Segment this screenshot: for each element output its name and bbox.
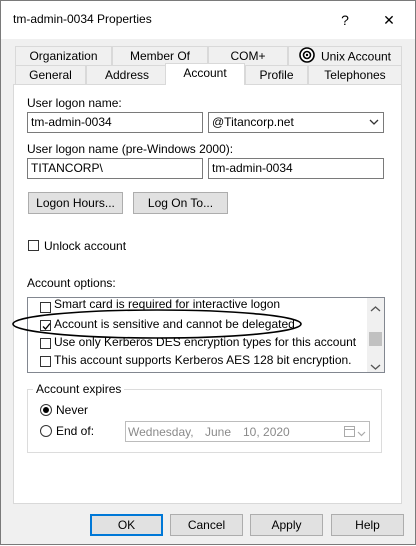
tab-label: Telephones xyxy=(324,68,386,82)
list-item[interactable]: Account is sensitive and cannot be deleg… xyxy=(28,316,364,334)
unlock-account-checkbox[interactable] xyxy=(28,240,39,251)
chevron-down-icon xyxy=(357,427,366,441)
list-item[interactable]: Smart card is required for interactive l… xyxy=(28,298,364,316)
tab-unix-account[interactable]: Unix Account xyxy=(288,46,402,65)
help-title-button[interactable]: ? xyxy=(325,7,365,33)
tab-label: Organization xyxy=(29,49,98,63)
scroll-down-icon xyxy=(370,360,381,372)
user-logon-input[interactable]: tm-admin-0034 xyxy=(27,112,203,133)
account-options-label: Account options: xyxy=(27,276,116,290)
vertical-scrollbar[interactable] xyxy=(367,298,384,372)
option-label: Use only Kerberos DES encryption types f… xyxy=(54,335,357,349)
domain-select[interactable]: @Titancorp.net xyxy=(208,112,384,133)
tab-label: Account xyxy=(183,66,227,80)
option-checkbox[interactable] xyxy=(40,320,51,331)
scroll-thumb[interactable] xyxy=(369,332,382,346)
tab-label: Unix Account xyxy=(320,49,392,64)
scroll-up-icon xyxy=(370,302,381,316)
pre2000-name-input[interactable]: tm-admin-0034 xyxy=(208,158,384,179)
pre2000-domain-input[interactable]: TITANCORP\ xyxy=(27,158,203,179)
date-day-year: 10, 2020 xyxy=(243,425,290,439)
tab-organization[interactable]: Organization xyxy=(15,46,112,65)
ok-button[interactable]: OK xyxy=(90,514,163,536)
properties-dialog: tm-admin-0034 Properties ? ✕ Organizatio… xyxy=(0,0,416,545)
apply-button[interactable]: Apply xyxy=(250,514,323,536)
end-of-radio[interactable] xyxy=(40,425,52,437)
list-item[interactable]: This account supports Kerberos AES 128 b… xyxy=(28,352,364,370)
tab-label: General xyxy=(29,68,72,82)
close-button[interactable]: ✕ xyxy=(369,7,409,33)
date-month: June xyxy=(205,425,232,439)
tab-label: Profile xyxy=(259,68,294,82)
logon-hours-button[interactable]: Logon Hours... xyxy=(28,192,123,214)
chevron-down-icon xyxy=(369,113,379,132)
tab-general[interactable]: General xyxy=(15,65,86,84)
cancel-button[interactable]: Cancel xyxy=(170,514,243,536)
never-label: Never xyxy=(56,403,89,417)
tab-label: COM+ xyxy=(230,49,266,63)
option-checkbox[interactable] xyxy=(40,356,51,367)
account-options-list[interactable]: Smart card is required for interactive l… xyxy=(27,297,385,373)
logon-to-button[interactable]: Log On To... xyxy=(133,192,228,214)
calendar-icon xyxy=(344,426,355,440)
tab-label: Member Of xyxy=(129,49,190,63)
date-weekday: Wednesday, xyxy=(128,425,194,439)
tab-account[interactable]: Account xyxy=(165,63,245,85)
help-button[interactable]: Help xyxy=(331,514,404,536)
list-item[interactable]: Use only Kerberos DES encryption types f… xyxy=(28,334,364,352)
option-checkbox[interactable] xyxy=(40,338,51,349)
checkmark-icon xyxy=(42,323,51,330)
domain-value: @Titancorp.net xyxy=(212,115,294,129)
option-label: Account is sensitive and cannot be deleg… xyxy=(54,317,295,331)
window-title: tm-admin-0034 Properties xyxy=(13,12,152,26)
tab-address[interactable]: Address xyxy=(86,65,168,84)
option-label: Smart card is required for interactive l… xyxy=(54,297,281,311)
option-checkbox[interactable] xyxy=(40,302,51,313)
end-of-label: End of: xyxy=(56,424,95,438)
tab-label: Address xyxy=(104,68,150,82)
expiry-date-picker[interactable]: Wednesday, June 10, 2020 xyxy=(125,421,370,442)
pre2000-label: User logon name (pre-Windows 2000): xyxy=(27,142,234,156)
unlock-account-label: Unlock account xyxy=(44,239,127,253)
never-radio[interactable] xyxy=(40,404,52,416)
title-bar: tm-admin-0034 Properties ? ✕ xyxy=(1,1,415,39)
account-expires-label: Account expires xyxy=(33,382,125,396)
option-label: This account supports Kerberos AES 128 b… xyxy=(54,353,352,367)
user-logon-label: User logon name: xyxy=(27,96,122,110)
tab-profile[interactable]: Profile xyxy=(245,65,308,84)
tab-telephones[interactable]: Telephones xyxy=(308,65,402,84)
